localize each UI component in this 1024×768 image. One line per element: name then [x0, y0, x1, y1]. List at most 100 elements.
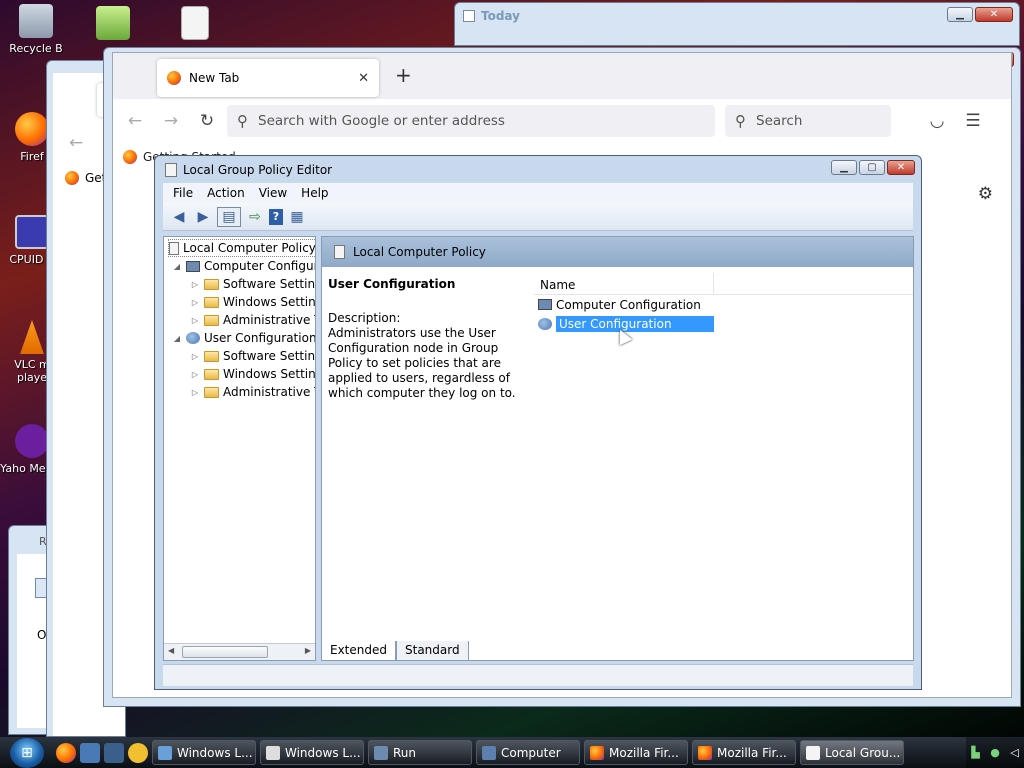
taskbar-button-windows-2[interactable]: Windows L...: [260, 740, 364, 765]
pocket-icon[interactable]: ◡: [921, 105, 953, 137]
column-header-name[interactable]: Name: [534, 273, 714, 294]
tree-item-user-configuration[interactable]: ◢ User Configuration: [172, 329, 316, 347]
today-window[interactable]: Today ▁ ✕: [454, 2, 1020, 46]
tree-item-windows-settings[interactable]: ▷ Windows Setting: [190, 365, 316, 383]
menu-view[interactable]: View: [259, 186, 287, 200]
column-header-empty[interactable]: [714, 273, 913, 294]
desktop-icon-document[interactable]: [170, 6, 220, 44]
menu-file[interactable]: File: [173, 186, 193, 200]
toolbar: ◀ ▶ ▤ ⇨ ? ▦: [163, 203, 913, 231]
tab-new-tab[interactable]: New Tab ✕: [157, 59, 379, 97]
tree-label: User Configuration: [204, 331, 316, 345]
volume-icon[interactable]: ◁: [1010, 746, 1018, 759]
maximize-button[interactable]: ▢: [859, 160, 885, 175]
search-placeholder: Search: [756, 113, 803, 129]
properties-icon[interactable]: ▦: [287, 207, 307, 227]
tree-item-windows-settings[interactable]: ▷ Windows Setting: [190, 293, 316, 311]
run-icon: [374, 745, 388, 760]
close-button[interactable]: ✕: [887, 160, 915, 175]
horizontal-scrollbar[interactable]: ◀ ▶: [164, 643, 315, 660]
desktop-icon-notepad-plus[interactable]: [88, 6, 138, 44]
list-item-selected[interactable]: User Configuration: [534, 314, 913, 333]
vlc-cone-icon: [20, 320, 44, 354]
task-label: Windows L...: [177, 745, 253, 760]
task-label: Local Grou...: [825, 745, 901, 760]
show-desktop-icon[interactable]: [80, 742, 100, 763]
taskbar-button-run[interactable]: Run: [368, 740, 472, 765]
computer-icon: [186, 260, 200, 272]
back-arrow-icon[interactable]: ◀: [169, 207, 189, 227]
taskbar-button-windows-1[interactable]: Windows L...: [152, 740, 256, 765]
menu-icon[interactable]: ☰: [957, 105, 989, 137]
tab-standard[interactable]: Standard: [396, 641, 469, 661]
collapsed-arrow-icon[interactable]: ▷: [190, 352, 200, 361]
users-icon: [538, 317, 552, 330]
url-bar[interactable]: ⚲ Search with Google or enter address: [227, 105, 715, 137]
expanded-arrow-icon[interactable]: ◢: [172, 262, 182, 271]
search-icon: ⚲: [735, 112, 746, 130]
minimize-button[interactable]: ▁: [947, 7, 973, 22]
collapsed-arrow-icon[interactable]: ▷: [190, 370, 200, 379]
tree-item-computer-configuration[interactable]: ◢ Computer Configura: [172, 257, 315, 275]
tree-item-software-settings[interactable]: ▷ Software Settings: [190, 347, 315, 365]
window-title: Local Group Policy Editor: [183, 163, 333, 177]
firefox-quicklaunch-icon[interactable]: [56, 742, 76, 763]
user-icon[interactable]: ●: [990, 746, 1000, 759]
reload-button[interactable]: ↻: [191, 105, 223, 137]
tree-item-root[interactable]: Local Computer Policy: [168, 239, 315, 257]
scroll-right-arrow-icon[interactable]: ▶: [305, 646, 311, 655]
network-icon[interactable]: ▙: [971, 746, 979, 759]
details-header: Local Computer Policy: [322, 237, 913, 267]
tab-extended[interactable]: Extended: [321, 641, 396, 661]
forward-button[interactable]: →: [155, 105, 187, 137]
taskbar-button-firefox-2[interactable]: Mozilla Fir...: [692, 740, 796, 765]
expanded-arrow-icon[interactable]: ◢: [172, 334, 182, 343]
collapsed-arrow-icon[interactable]: ▷: [190, 388, 200, 397]
messenger-quicklaunch-icon[interactable]: [128, 742, 148, 763]
tree-item-administrative-templates[interactable]: ▷ Administrative Te: [190, 311, 315, 329]
collapsed-arrow-icon[interactable]: ▷: [190, 280, 200, 289]
new-tab-button[interactable]: +: [395, 63, 412, 87]
tree-item-software-settings[interactable]: ▷ Software Settings: [190, 275, 315, 293]
forward-arrow-icon[interactable]: ▶: [193, 207, 213, 227]
calendar-icon: [463, 10, 475, 22]
switch-windows-icon[interactable]: [104, 742, 124, 763]
menu-help[interactable]: Help: [301, 186, 328, 200]
firefox-icon: [590, 745, 604, 760]
search-bar[interactable]: ⚲ Search: [725, 105, 891, 137]
back-button[interactable]: ←: [119, 105, 151, 137]
minimize-button[interactable]: ▁: [831, 160, 857, 175]
gear-icon[interactable]: ⚙: [978, 184, 993, 204]
notepad-plus-icon: [96, 6, 130, 40]
collapsed-arrow-icon[interactable]: ▷: [190, 316, 200, 325]
close-button[interactable]: ✕: [975, 7, 1013, 22]
header-title: Local Computer Policy: [353, 245, 486, 259]
yahoo-messenger-icon: [15, 424, 49, 458]
tree-label: Windows Setting: [223, 295, 316, 309]
scroll-thumb[interactable]: [182, 646, 268, 658]
tree-label: Windows Setting: [223, 367, 316, 381]
export-list-icon[interactable]: ⇨: [245, 207, 265, 227]
tree-item-administrative-templates[interactable]: ▷ Administrative Te: [190, 383, 315, 401]
description-text: Administrators use the User Configuratio…: [328, 326, 516, 400]
show-hide-tree-icon[interactable]: ▤: [217, 206, 241, 227]
tree-label: Administrative Te: [223, 313, 315, 327]
collapsed-arrow-icon[interactable]: ▷: [190, 298, 200, 307]
taskbar-button-local-group-policy[interactable]: Local Grou...: [800, 740, 904, 765]
task-label: Windows L...: [285, 745, 361, 760]
folder-icon: [204, 296, 219, 308]
taskbar-button-firefox-1[interactable]: Mozilla Fir...: [584, 740, 688, 765]
close-tab-icon[interactable]: ✕: [358, 71, 369, 86]
gpe-window[interactable]: Local Group Policy Editor ▁ ▢ ✕ File Act…: [154, 155, 922, 690]
scroll-left-arrow-icon[interactable]: ◀: [168, 646, 174, 655]
menu-bar: File Action View Help: [163, 183, 913, 203]
menu-action[interactable]: Action: [207, 186, 245, 200]
start-button[interactable]: ⊞: [10, 737, 44, 768]
back-button[interactable]: ←: [69, 133, 83, 153]
item-list: Name Computer Configuration User Configu…: [534, 273, 913, 660]
taskbar-button-computer[interactable]: Computer: [476, 740, 580, 765]
desktop-icon-recycle-bin[interactable]: Recycle B: [4, 4, 68, 55]
view-tabs: Extended Standard: [321, 641, 469, 661]
help-icon[interactable]: ?: [269, 208, 283, 225]
list-item[interactable]: Computer Configuration: [534, 295, 913, 314]
